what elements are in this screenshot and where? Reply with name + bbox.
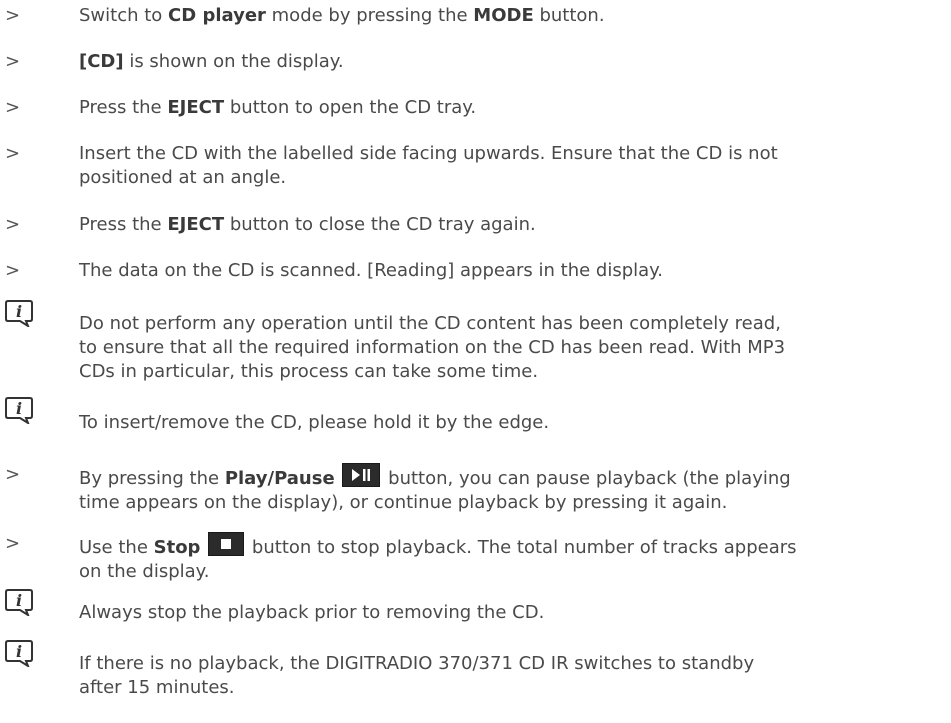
step-marker: > <box>5 5 21 26</box>
info-note-icon: i <box>5 640 33 667</box>
info-text: Do not perform any operation until the C… <box>79 313 786 382</box>
stop-icon <box>208 532 245 556</box>
info-text: To insert/remove the CD, please hold it … <box>79 412 550 433</box>
info-text: Always stop the playback prior to removi… <box>79 602 545 623</box>
step-text: Use the Stop button to stop playback. Th… <box>79 532 945 584</box>
step-marker: > <box>5 214 21 235</box>
step-marker: > <box>5 464 21 485</box>
step-marker: > <box>5 143 21 164</box>
step-text: Switch to CD player mode by pressing the… <box>79 5 605 26</box>
info-text: If there is no playback, the DIGITRADIO … <box>79 653 755 698</box>
step-text: Press the EJECT button to close the CD t… <box>79 214 536 235</box>
step-marker: > <box>5 533 21 554</box>
play-pause-icon <box>342 463 381 487</box>
step-marker: > <box>5 260 21 281</box>
svg-text:i: i <box>16 642 22 661</box>
step-text: Press the EJECT button to open the CD tr… <box>79 97 477 118</box>
info-note-icon: i <box>5 589 33 616</box>
step-text: By pressing the Play/Pause button, you c… <box>79 463 945 515</box>
info-note-icon: i <box>5 397 33 424</box>
svg-text:i: i <box>16 399 22 418</box>
step-text: [CD] is shown on the display. <box>79 51 344 72</box>
svg-text:i: i <box>16 302 22 321</box>
info-note-icon: i <box>5 300 33 327</box>
step-marker: > <box>5 51 21 72</box>
svg-text:i: i <box>16 591 22 610</box>
step-text: The data on the CD is scanned. [Reading]… <box>79 260 663 281</box>
step-marker: > <box>5 97 21 118</box>
step-text: Insert the CD with the labelled side fac… <box>79 143 778 188</box>
